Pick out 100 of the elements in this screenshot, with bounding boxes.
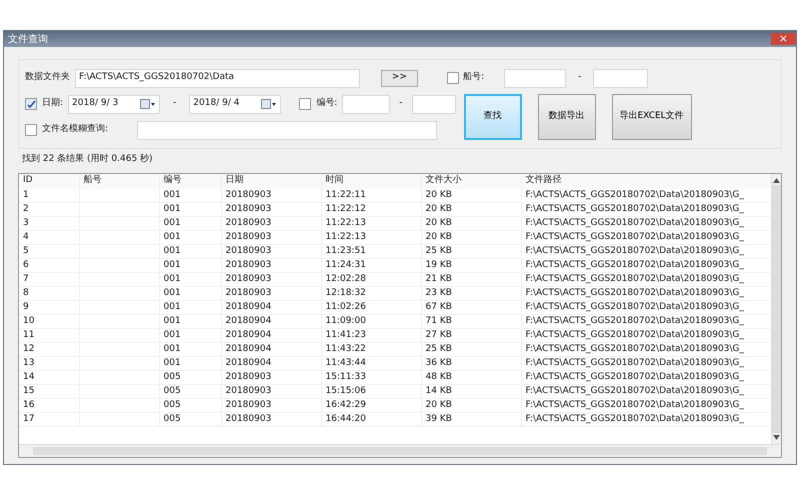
- table-cell: 20180904: [226, 344, 272, 354]
- column-header[interactable]: 船号: [79, 174, 159, 188]
- table-cell: 11:22:11: [326, 190, 366, 200]
- table-cell: 25 KB: [426, 246, 452, 256]
- table-cell: 12:18:32: [326, 288, 366, 298]
- table-cell: 20180903: [226, 246, 272, 256]
- column-header[interactable]: ID: [19, 174, 79, 188]
- table-cell: 3: [23, 218, 29, 228]
- table-cell: 20 KB: [426, 218, 452, 228]
- field-label: 编号:: [316, 97, 338, 110]
- table-cell: 23 KB: [426, 288, 452, 298]
- table-cell: 1: [23, 190, 29, 200]
- table-cell: 16: [23, 400, 34, 410]
- table-cell: 14: [23, 372, 34, 382]
- table-cell: 001: [164, 232, 181, 242]
- table-cell: 13: [23, 358, 34, 368]
- table-cell: 001: [164, 330, 181, 340]
- column-header[interactable]: 编号: [159, 174, 221, 188]
- window-title: 文件查询: [8, 32, 48, 46]
- table-cell: 11:22:12: [326, 204, 366, 214]
- table-cell: 20180903: [226, 218, 272, 228]
- table-cell: F:\ACTS\ACTS_GGS20180702\Data\20180903\G_: [526, 316, 744, 326]
- close-button[interactable]: ×: [770, 33, 796, 45]
- action-button[interactable]: 导出EXCEL文件: [612, 94, 692, 140]
- table-cell: 20 KB: [426, 190, 452, 200]
- table-cell: 7: [23, 274, 29, 284]
- table-cell: 8: [23, 288, 29, 298]
- table-cell: F:\ACTS\ACTS_GGS20180702\Data\20180903\G_: [526, 190, 744, 200]
- text-field[interactable]: [412, 94, 456, 114]
- table-cell: 001: [164, 288, 181, 298]
- scroll-down-icon[interactable]: [773, 435, 780, 440]
- table-cell: 11:41:23: [326, 330, 366, 340]
- date-picker[interactable]: 2018/ 9/ 3: [68, 94, 160, 114]
- table-cell: 20180903: [226, 260, 272, 270]
- action-button[interactable]: 数据导出: [538, 94, 596, 140]
- table-cell: 2: [23, 204, 29, 214]
- vertical-scrollbar[interactable]: [771, 174, 781, 444]
- table-cell: F:\ACTS\ACTS_GGS20180702\Data\20180903\G_: [526, 302, 744, 312]
- column-header[interactable]: 日期: [221, 174, 321, 188]
- table-cell: 11:22:13: [326, 218, 366, 228]
- table-cell: 20 KB: [426, 204, 452, 214]
- table-cell: 19 KB: [426, 260, 452, 270]
- table-cell: 4: [23, 232, 29, 242]
- table-cell: 20180904: [226, 316, 272, 326]
- table-cell: 15:15:06: [326, 386, 366, 396]
- table-cell: 001: [164, 358, 181, 368]
- table-cell: 001: [164, 344, 181, 354]
- table-cell: 005: [164, 372, 181, 382]
- table-cell: F:\ACTS\ACTS_GGS20180702\Data\20180903\G_: [526, 218, 744, 228]
- field-label: 数据文件夹: [25, 71, 70, 84]
- text-field[interactable]: [504, 68, 566, 88]
- checkbox[interactable]: [25, 124, 37, 136]
- table-cell: F:\ACTS\ACTS_GGS20180702\Data\20180903\G_: [526, 358, 744, 368]
- table-cell: 15: [23, 386, 34, 396]
- table-cell: 001: [164, 302, 181, 312]
- text-field[interactable]: [342, 94, 390, 114]
- table-cell: 16:44:20: [326, 414, 366, 424]
- table-cell: F:\ACTS\ACTS_GGS20180702\Data\20180903\G_: [526, 288, 744, 298]
- table-cell: 20180903: [226, 288, 272, 298]
- checkbox[interactable]: [25, 98, 37, 110]
- table-cell: 9: [23, 302, 29, 312]
- scroll-up-icon[interactable]: [773, 178, 780, 182]
- table-cell: F:\ACTS\ACTS_GGS20180702\Data\20180903\G_: [526, 344, 744, 354]
- range-dash: -: [173, 97, 176, 110]
- folder-field[interactable]: F:\ACTS\ACTS_GGS20180702\Data: [75, 68, 360, 88]
- table-cell: 001: [164, 316, 181, 326]
- table-cell: 15:11:33: [326, 372, 366, 382]
- action-button[interactable]: 查找: [464, 94, 522, 140]
- checkbox[interactable]: [447, 72, 460, 84]
- column-header[interactable]: 文件路径: [521, 174, 771, 188]
- table-cell: 21 KB: [426, 274, 452, 284]
- table-cell: 11:02:26: [326, 302, 366, 312]
- column-header[interactable]: 时间: [321, 174, 421, 188]
- calendar-dropdown-icon: [261, 99, 278, 109]
- browse-button[interactable]: >>: [381, 70, 418, 86]
- field-label: 船号:: [463, 71, 484, 84]
- table-cell: 20180904: [226, 330, 272, 340]
- table-cell: 20180903: [226, 190, 272, 200]
- table-cell: F:\ACTS\ACTS_GGS20180702\Data\20180903\G_: [526, 204, 744, 214]
- table-cell: 001: [164, 190, 181, 200]
- table-cell: 001: [164, 260, 181, 270]
- table-cell: 6: [23, 260, 29, 270]
- horizontal-scrollbar[interactable]: [19, 444, 781, 457]
- field-label: 日期:: [42, 97, 64, 110]
- table-cell: 11:43:22: [326, 344, 366, 354]
- date-picker[interactable]: 2018/ 9/ 4: [189, 94, 282, 114]
- table-cell: 001: [164, 274, 181, 284]
- text-field[interactable]: [137, 120, 438, 140]
- table-cell: 16:42:29: [326, 400, 366, 410]
- table-cell: 5: [23, 246, 29, 256]
- checkbox[interactable]: [299, 98, 312, 110]
- column-header[interactable]: 文件大小: [421, 174, 521, 188]
- table-cell: 20180903: [226, 386, 272, 396]
- range-dash: -: [399, 97, 403, 110]
- table-cell: 17: [23, 414, 34, 424]
- table-cell: 67 KB: [426, 302, 452, 312]
- table-cell: 11:43:44: [326, 358, 366, 368]
- table-cell: 11:24:31: [326, 260, 366, 270]
- calendar-dropdown-icon: [140, 99, 156, 109]
- text-field[interactable]: [593, 68, 648, 88]
